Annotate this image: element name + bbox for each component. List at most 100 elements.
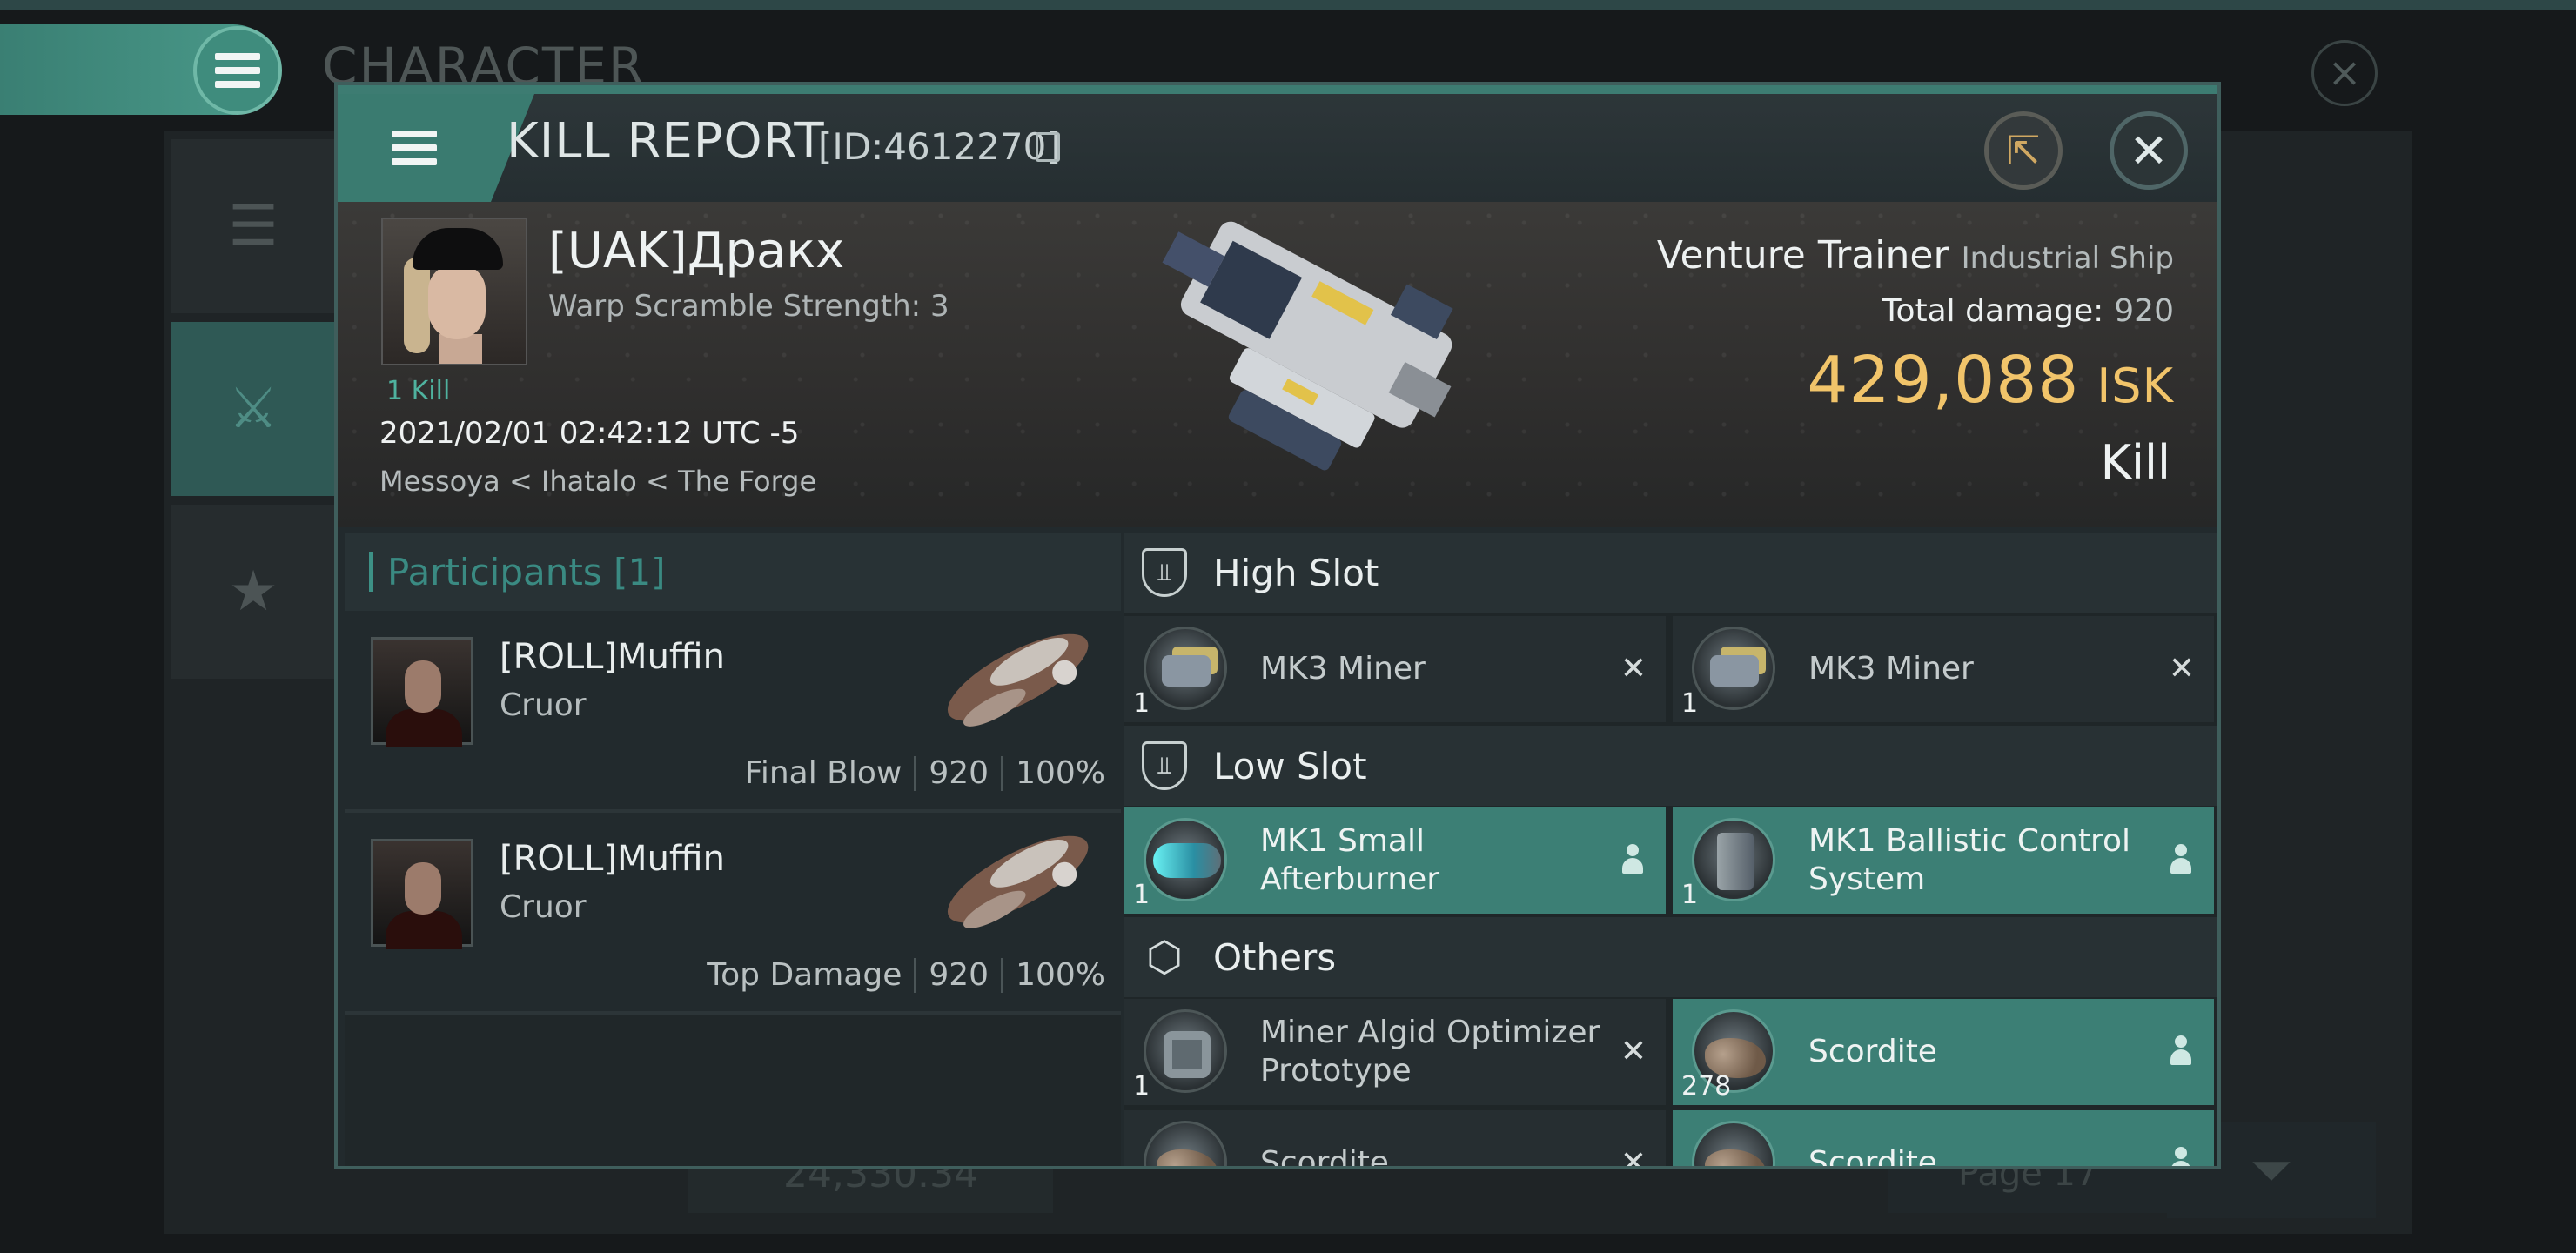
fitting-item[interactable]: 278 Scordite — [1673, 999, 2214, 1105]
fitting-item[interactable]: 1 MK1 Ballistic Control System — [1673, 807, 2214, 914]
item-name: Scordite — [1808, 1034, 1937, 1069]
kill-report-id: [ID:4612270] — [818, 125, 1061, 168]
hamburger-icon — [392, 131, 437, 165]
background-close-icon[interactable]: × — [2311, 40, 2378, 106]
background-menu-button[interactable] — [193, 26, 282, 115]
item-quantity: 1 — [1681, 688, 1699, 719]
dialog-accent-bar — [338, 85, 2217, 94]
star-badge-icon[interactable]: ★ — [171, 505, 336, 679]
destroyed-x-icon: ✕ — [2168, 651, 2195, 687]
share-button[interactable]: ⇱ — [1984, 111, 2063, 190]
dialog-menu-button[interactable] — [338, 94, 491, 202]
fitting-item[interactable]: 1 MK3 Miner ✕ — [1124, 616, 1666, 722]
victim-name[interactable]: [UAK]Дракх — [548, 223, 844, 279]
victim-portrait[interactable] — [381, 218, 527, 365]
item-quantity: 1 — [1133, 880, 1150, 910]
cube-icon: ⬡ — [1146, 933, 1183, 982]
fitting-item[interactable]: 1 MK1 Small Afterburner — [1124, 807, 1666, 914]
participant-name[interactable]: [ROLL]Muffin — [500, 839, 725, 879]
ship-name[interactable]: Venture Trainer — [1657, 233, 1949, 278]
copy-icon[interactable] — [1036, 132, 1060, 162]
isk-unit: ISK — [2096, 358, 2174, 413]
participants-header: Participants [1] — [345, 533, 1121, 611]
item-quantity: 278 — [1681, 1071, 1732, 1102]
dropped-person-icon — [1619, 844, 1647, 875]
fitting-item[interactable]: Scordite — [1673, 1110, 2214, 1166]
header-accent-bar — [369, 552, 373, 592]
kill-type-label: Kill — [2100, 435, 2170, 490]
fitting-panel: ⫫ High Slot 1 MK3 Miner ✕ 1 MK3 Miner ✕ … — [1124, 533, 2217, 1169]
ship-info: Venture Trainer Industrial Ship Total da… — [1657, 233, 2174, 418]
crossed-swords-icon[interactable]: ⚔ — [171, 322, 336, 496]
participant-role: Final Blow — [744, 755, 902, 791]
kill-location[interactable]: Messoya < Ihatalo < The Forge — [379, 465, 816, 498]
isk-value: 429,088 — [1807, 343, 2080, 418]
high-slot-icon: ⫫ — [1142, 548, 1187, 597]
dropped-person-icon — [2167, 1147, 2195, 1166]
item-name: MK3 Miner — [1260, 651, 1426, 687]
dialog-header: KILL REPORT [ID:4612270] ⇱ ✕ — [338, 94, 2217, 202]
participant-row[interactable]: [ROLL]Muffin Cruor Top Damage 920 100% — [345, 813, 1121, 1015]
item-quantity: 1 — [1681, 880, 1699, 910]
high-slot-header: ⫫ High Slot — [1124, 533, 2217, 613]
participant-percent: 100% — [1016, 755, 1105, 791]
ballistic-control-icon — [1692, 818, 1775, 901]
low-slot-icon: ⫫ — [1142, 741, 1187, 790]
ship-class: Industrial Ship — [1961, 241, 2174, 276]
list-icon[interactable]: ☰ — [171, 139, 336, 313]
share-icon: ⇱ — [2006, 127, 2041, 174]
participant-damage: 920 — [929, 957, 989, 993]
afterburner-icon — [1144, 818, 1227, 901]
warp-scramble-strength: Warp Scramble Strength: 3 — [548, 289, 949, 324]
destroyed-x-icon: ✕ — [1620, 651, 1647, 687]
low-slot-label: Low Slot — [1213, 744, 1367, 787]
kill-timestamp: 2021/02/01 02:42:12 UTC -5 — [379, 416, 800, 451]
item-name: Scordite — [1260, 1145, 1389, 1169]
item-quantity: 1 — [1133, 1071, 1150, 1102]
miner-icon — [1144, 626, 1227, 710]
kill-report-dialog: KILL REPORT [ID:4612270] ⇱ ✕ [UAK]Дракх … — [334, 82, 2221, 1169]
victim-banner: [UAK]Дракх Warp Scramble Strength: 3 1 K… — [338, 202, 2217, 527]
ore-icon — [1144, 1121, 1227, 1166]
dropped-person-icon — [2167, 844, 2195, 875]
participant-stats: Top Damage 920 100% — [707, 957, 1105, 993]
participants-panel: Participants [1] [ROLL]Muffin Cruor Fina… — [345, 533, 1121, 1166]
destroyed-x-icon: ✕ — [1620, 1034, 1647, 1069]
top-edge — [0, 0, 2576, 10]
optimizer-icon — [1144, 1009, 1227, 1093]
item-name: Miner Algid Optimizer Prototype — [1260, 1015, 1600, 1089]
kills-count: 1 Kill — [386, 376, 451, 406]
item-quantity: 1 — [1133, 688, 1150, 719]
ore-icon — [1692, 1121, 1775, 1166]
victim-ship-image — [1162, 221, 1453, 471]
participant-name[interactable]: [ROLL]Muffin — [500, 637, 725, 677]
fitting-item[interactable]: Scordite ✕ — [1124, 1110, 1666, 1169]
item-name: MK1 Ballistic Control System — [1808, 823, 2131, 897]
participant-ship: Cruor — [500, 889, 587, 925]
participants-title: Participants [1] — [387, 550, 666, 593]
fitting-item[interactable]: 1 MK3 Miner ✕ — [1673, 616, 2214, 722]
participant-portrait[interactable] — [371, 839, 473, 949]
participant-ship: Cruor — [500, 687, 587, 723]
destroyed-x-icon: ✕ — [1620, 1145, 1647, 1169]
low-slot-header: ⫫ Low Slot — [1124, 726, 2217, 806]
participant-portrait[interactable] — [371, 637, 473, 747]
high-slot-label: High Slot — [1213, 551, 1379, 594]
total-damage-value: 920 — [2114, 293, 2174, 329]
participant-percent: 100% — [1016, 957, 1105, 993]
item-name: MK3 Miner — [1808, 651, 1974, 687]
hamburger-icon — [215, 53, 260, 88]
close-icon: ✕ — [2129, 123, 2169, 178]
dropped-person-icon — [2167, 1035, 2195, 1067]
item-name: MK1 Small Afterburner — [1260, 823, 1440, 897]
participant-damage: 920 — [929, 755, 989, 791]
participant-row[interactable]: [ROLL]Muffin Cruor Final Blow 920 100% — [345, 611, 1121, 813]
miner-icon — [1692, 626, 1775, 710]
participant-ship-image — [947, 633, 1089, 727]
participant-role: Top Damage — [707, 957, 902, 993]
others-header: ⬡ Others — [1124, 917, 2217, 997]
others-label: Others — [1213, 935, 1337, 979]
total-damage-label: Total damage: — [1882, 293, 2104, 329]
close-button[interactable]: ✕ — [2110, 111, 2188, 190]
fitting-item[interactable]: 1 Miner Algid Optimizer Prototype ✕ — [1124, 999, 1666, 1105]
